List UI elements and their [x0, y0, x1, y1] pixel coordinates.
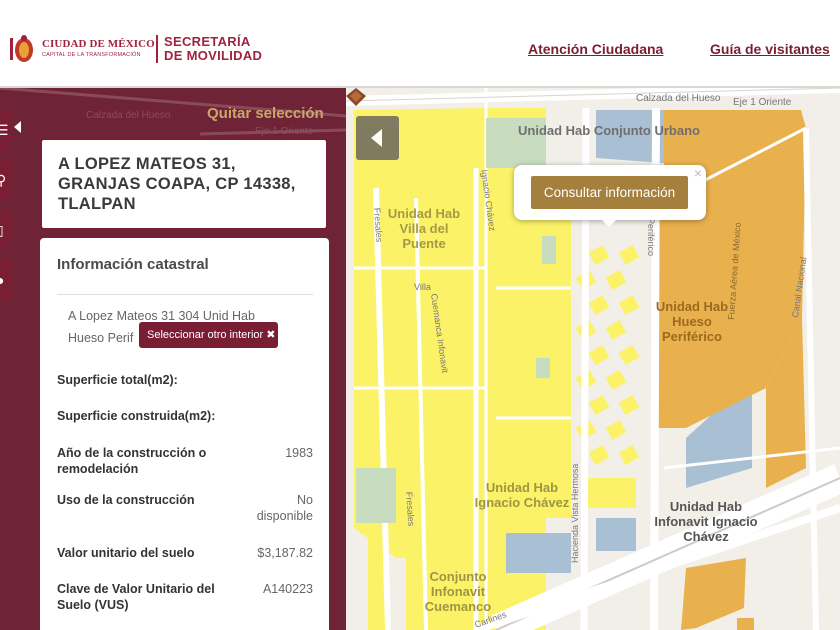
info-row-label: Uso de la construcción	[57, 493, 195, 507]
street-label: Villa	[414, 282, 431, 292]
map-area-label: Unidad Hab Hueso Periférico	[655, 299, 729, 344]
map-area-label: Unidad Hab Villa del Puente	[387, 206, 461, 251]
sidebar-road-label: Eje 1 Oriente	[255, 126, 314, 137]
search-icon[interactable]: ⚲	[0, 160, 12, 200]
document-icon[interactable]: ▯	[0, 210, 12, 250]
info-row-label: Valor unitario del suelo	[57, 546, 195, 560]
selected-parcel-marker-icon[interactable]	[346, 88, 366, 106]
map-view[interactable]: Calzada del Hueso Eje 1 Oriente Ignacio …	[346, 88, 840, 630]
info-row-value: No disponible	[256, 493, 313, 523]
street-label: Periférico	[646, 218, 656, 256]
cdmx-emblem-icon	[10, 35, 33, 62]
location-icon[interactable]: ●	[0, 260, 12, 300]
info-row-value: A140223	[262, 582, 313, 596]
agency-logo-line2: DE MOVILIDAD	[164, 48, 263, 63]
close-icon[interactable]: ×	[694, 165, 702, 181]
address-line: A LOPEZ MATEOS 31,	[58, 155, 236, 173]
info-row-value: 1983	[285, 446, 313, 460]
info-sidebar: Calzada del Hueso Eje 1 Oriente ☰ ⚲ ▯ ● …	[0, 88, 346, 630]
collapse-panel-icon[interactable]	[14, 121, 21, 133]
select-other-interior-button[interactable]: Seleccionar otro interior ✖	[139, 322, 278, 348]
map-popup: × Consultar información	[514, 165, 706, 227]
info-row-label: Clave de Valor Unitario del Suelo (VUS)	[57, 582, 215, 612]
map-area-label: Unidad Hab Infonavit Ignacio Chávez	[654, 499, 758, 544]
cdmx-logo-line2: CAPITAL DE LA TRANSFORMACIÓN	[42, 52, 141, 58]
back-arrow-icon[interactable]	[356, 116, 399, 160]
info-row-value: $3,187.82	[257, 546, 313, 560]
cadastral-info-card: Información catastral A Lopez Mateos 31 …	[40, 238, 329, 630]
street-label: Hacienda Vista Hermosa	[570, 464, 580, 563]
map-area-label: Unidad Hab Ignacio Chávez	[474, 480, 570, 510]
cadastral-info-title: Información catastral	[57, 256, 209, 273]
info-row-label: Superficie construida(m2):	[57, 409, 216, 423]
clear-selection-link[interactable]: Quitar selección	[207, 105, 324, 122]
street-label: Eje 1 Oriente	[733, 97, 792, 108]
site-header: CIUDAD DE MÉXICO CAPITAL DE LA TRANSFORM…	[0, 0, 840, 88]
map-area-label: Conjunto Infonavit Cuemanco	[424, 569, 492, 614]
address-card: A LOPEZ MATEOS 31, GRANJAS COAPA, CP 143…	[40, 138, 328, 230]
popup-tail	[600, 218, 618, 227]
nav-link-guia[interactable]: Guía de visitantes	[710, 41, 830, 57]
layers-icon[interactable]: ☰	[0, 110, 12, 150]
address-line: TLALPAN	[58, 195, 136, 213]
divider	[57, 294, 313, 295]
map-area-label: Unidad Hab Conjunto Urbano	[518, 123, 700, 138]
agency-logo-text: SECRETARÍA DE MOVILIDAD	[164, 35, 262, 63]
info-row-label: Superficie total(m2):	[57, 373, 178, 387]
nav-link-atencion[interactable]: Atención Ciudadana	[528, 41, 663, 57]
logo-divider	[156, 35, 158, 63]
info-row-label: Año de la construcción o remodelación	[57, 446, 207, 476]
agency-logo-line1: SECRETARÍA	[164, 34, 251, 49]
cdmx-logo-line1: CIUDAD DE MÉXICO	[42, 38, 155, 50]
consult-info-button[interactable]: Consultar información	[531, 176, 688, 209]
street-label: Calzada del Hueso	[636, 93, 721, 104]
map-tool-strip: ☰ ⚲ ▯ ●	[0, 110, 12, 310]
sidebar-road-label: Calzada del Hueso	[86, 110, 171, 121]
address-line: GRANJAS COAPA, CP 14338,	[58, 175, 296, 193]
cdmx-logo-text: CIUDAD DE MÉXICO CAPITAL DE LA TRANSFORM…	[42, 38, 155, 58]
